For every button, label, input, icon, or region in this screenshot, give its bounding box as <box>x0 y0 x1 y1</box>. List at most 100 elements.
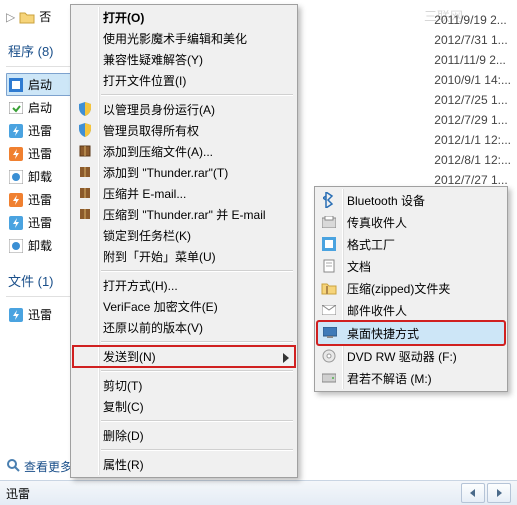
nav-back-button[interactable] <box>461 483 485 503</box>
menu-label: 属性(R) <box>103 456 144 473</box>
menu-take-ownership[interactable]: 管理员取得所有权 <box>73 120 295 141</box>
date-cell: 2012/7/29 1... <box>434 110 511 130</box>
date-column: 2011/9/19 2... 2012/7/31 1... 2011/11/9 … <box>434 10 511 190</box>
menu-label: 打开方式(H)... <box>103 277 178 294</box>
search-more-label: 查看更多 <box>24 458 72 475</box>
shield-icon <box>77 101 93 117</box>
nav-forward-button[interactable] <box>487 483 511 503</box>
menu-zip-thunder-email[interactable]: 压缩到 "Thunder.rar" 并 E-mail <box>73 204 295 225</box>
menu-runas-admin[interactable]: 以管理员身份运行(A) <box>73 99 295 120</box>
bottom-label: 迅雷 <box>6 485 30 502</box>
sendto-format-factory[interactable]: 格式工厂 <box>317 233 505 255</box>
menu-pin-taskbar[interactable]: 锁定到任务栏(K) <box>73 225 295 246</box>
tree-expand-icon[interactable]: ▷ <box>6 10 15 24</box>
thunder-icon <box>8 146 24 162</box>
app-icon <box>8 77 24 93</box>
menu-pin-start[interactable]: 附到「开始」菜单(U) <box>73 246 295 267</box>
folder-icon <box>19 9 35 25</box>
menu-separator <box>101 341 293 343</box>
menu-label: 邮件收件人 <box>347 302 407 319</box>
menu-label: 打开(O) <box>103 9 144 26</box>
menu-label: 压缩到 "Thunder.rar" 并 E-mail <box>103 206 266 223</box>
menu-label: 桌面快捷方式 <box>347 325 419 342</box>
menu-separator <box>101 370 293 372</box>
date-cell: 2012/1/1 12:... <box>434 130 511 150</box>
sendto-dvd-drive[interactable]: DVD RW 驱动器 (F:) <box>317 345 505 367</box>
sendto-bluetooth[interactable]: Bluetooth 设备 <box>317 189 505 211</box>
nav-buttons <box>461 483 511 503</box>
sendto-mail[interactable]: 邮件收件人 <box>317 299 505 321</box>
search-more-link[interactable]: 查看更多 <box>6 458 72 475</box>
menu-label: 剪切(T) <box>103 377 142 394</box>
zip-folder-icon <box>321 280 337 296</box>
menu-label: VeriFace 加密文件(E) <box>103 298 218 315</box>
fax-icon <box>321 214 337 230</box>
date-cell: 2010/9/1 14:... <box>434 70 511 90</box>
date-cell: 2011/9/19 2... <box>434 10 511 30</box>
menu-cut[interactable]: 剪切(T) <box>73 375 295 396</box>
item-label: 迅雷 <box>28 191 52 208</box>
item-label: 启动 <box>28 99 52 116</box>
menu-zip-email[interactable]: 压缩并 E-mail... <box>73 183 295 204</box>
uninstall-icon <box>8 169 24 185</box>
menu-label: 传真收件人 <box>347 214 407 231</box>
menu-beautify[interactable]: 使用光影魔术手编辑和美化 <box>73 28 295 49</box>
menu-label: 使用光影魔术手编辑和美化 <box>103 30 247 47</box>
menu-open-location[interactable]: 打开文件位置(I) <box>73 70 295 91</box>
thunder-icon <box>8 307 24 323</box>
sendto-documents[interactable]: 文档 <box>317 255 505 277</box>
menu-delete[interactable]: 删除(D) <box>73 425 295 446</box>
item-label: 启动 <box>28 76 52 93</box>
folder-label: 否 <box>39 8 51 25</box>
item-label: 迅雷 <box>28 306 52 323</box>
menu-label: 压缩(zipped)文件夹 <box>347 280 450 297</box>
mail-icon <box>321 302 337 318</box>
app-icon <box>8 100 24 116</box>
documents-icon <box>321 258 337 274</box>
menu-label: 发送到(N) <box>103 348 156 365</box>
menu-veriface[interactable]: VeriFace 加密文件(E) <box>73 296 295 317</box>
menu-add-archive[interactable]: 添加到压缩文件(A)... <box>73 141 295 162</box>
menu-label: 君若不解语 (M:) <box>347 370 432 387</box>
menu-separator <box>101 270 293 272</box>
archive-icon <box>77 206 93 222</box>
menu-separator <box>101 94 293 96</box>
date-cell: 2012/7/31 1... <box>434 30 511 50</box>
item-label: 卸载 <box>28 168 52 185</box>
bottom-bar: 迅雷 <box>0 480 517 505</box>
menu-label: 打开文件位置(I) <box>103 72 186 89</box>
item-label: 迅雷 <box>28 122 52 139</box>
menu-restore-versions[interactable]: 还原以前的版本(V) <box>73 317 295 338</box>
item-label: 迅雷 <box>28 214 52 231</box>
date-cell: 2012/7/25 1... <box>434 90 511 110</box>
menu-compat[interactable]: 兼容性疑难解答(Y) <box>73 49 295 70</box>
shield-icon <box>77 122 93 138</box>
menu-add-thunder-rar[interactable]: 添加到 "Thunder.rar"(T) <box>73 162 295 183</box>
search-icon <box>6 458 20 475</box>
sendto-fax[interactable]: 传真收件人 <box>317 211 505 233</box>
context-menu: 打开(O) 使用光影魔术手编辑和美化 兼容性疑难解答(Y) 打开文件位置(I) … <box>70 4 298 478</box>
drive-icon <box>321 370 337 386</box>
menu-label: 格式工厂 <box>347 236 395 253</box>
thunder-icon <box>8 192 24 208</box>
sendto-submenu: Bluetooth 设备 传真收件人 格式工厂 文档 压缩(zipped)文件夹… <box>314 186 508 392</box>
menu-copy[interactable]: 复制(C) <box>73 396 295 417</box>
menu-label: Bluetooth 设备 <box>347 192 425 209</box>
bluetooth-icon <box>321 192 337 208</box>
menu-open-with[interactable]: 打开方式(H)... <box>73 275 295 296</box>
menu-label: 锁定到任务栏(K) <box>103 227 191 244</box>
menu-separator <box>101 449 293 451</box>
sendto-drive-m[interactable]: 君若不解语 (M:) <box>317 367 505 389</box>
menu-label: 还原以前的版本(V) <box>103 319 203 336</box>
menu-open[interactable]: 打开(O) <box>73 7 295 28</box>
menu-separator <box>101 420 293 422</box>
item-label: 迅雷 <box>28 145 52 162</box>
menu-send-to[interactable]: 发送到(N) <box>73 346 295 367</box>
menu-properties[interactable]: 属性(R) <box>73 454 295 475</box>
sendto-desktop-shortcut[interactable]: 桌面快捷方式 <box>317 321 505 345</box>
sendto-compressed-folder[interactable]: 压缩(zipped)文件夹 <box>317 277 505 299</box>
menu-label: 文档 <box>347 258 371 275</box>
date-cell: 2011/11/9 2... <box>434 50 511 70</box>
menu-label: 附到「开始」菜单(U) <box>103 248 216 265</box>
archive-icon <box>77 143 93 159</box>
